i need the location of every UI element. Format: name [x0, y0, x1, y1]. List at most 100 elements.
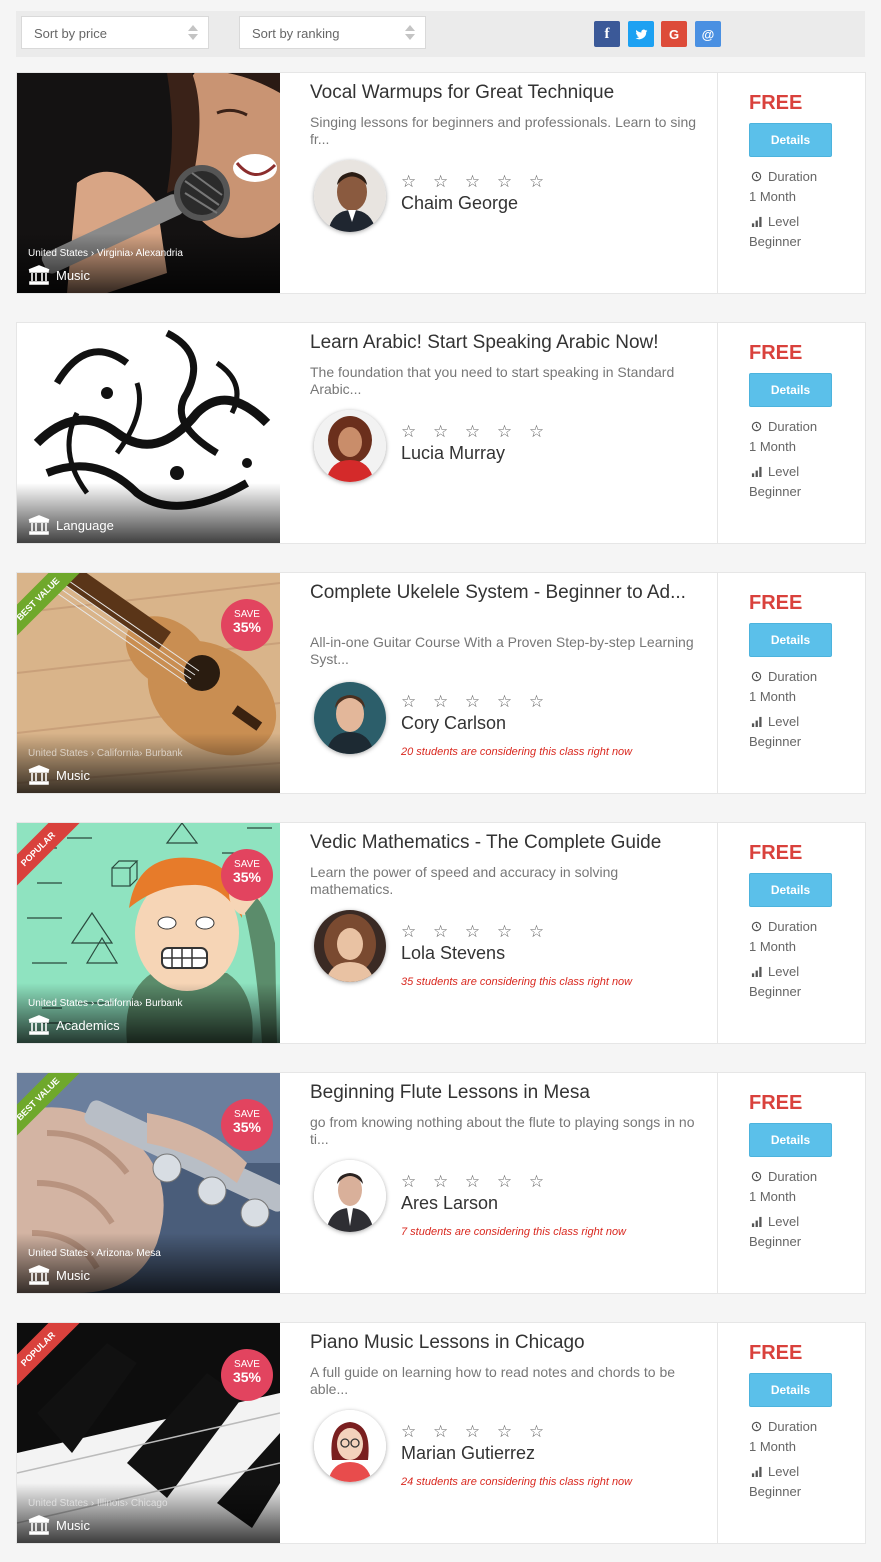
- teacher-name[interactable]: Marian Gutierrez: [401, 1443, 535, 1464]
- course-title[interactable]: Vedic Mathematics - The Complete Guide: [310, 833, 705, 853]
- history-icon: [751, 671, 762, 682]
- history-icon: [751, 1171, 762, 1182]
- teacher-avatar[interactable]: [314, 910, 386, 982]
- details-button[interactable]: Details: [749, 623, 832, 657]
- star-rating[interactable]: ☆ ☆ ☆ ☆ ☆: [401, 692, 550, 712]
- course-title[interactable]: Vocal Warmups for Great Technique: [310, 83, 705, 103]
- duration-text: Duration: [768, 169, 818, 184]
- course-description: Learn the power of speed and accuracy in…: [310, 864, 619, 897]
- course-card: POPULAR SAVE 35% United States › Illinoi…: [16, 1322, 866, 1544]
- level-value: Beginner: [749, 1484, 802, 1499]
- level-text: Level: [768, 1214, 800, 1229]
- course-category[interactable]: Music: [28, 1265, 90, 1285]
- teacher-avatar[interactable]: [314, 160, 386, 232]
- considering-notice: 20 students are considering this class r…: [401, 746, 633, 758]
- teacher-name[interactable]: Ares Larson: [401, 1193, 498, 1214]
- ribbon-label: POPULAR: [17, 1323, 89, 1400]
- course-sidebar: FREE Details Duration 1 Month Level Begi…: [717, 573, 865, 793]
- sort-by-price-label: Sort by price: [34, 26, 107, 41]
- star-rating[interactable]: ☆ ☆ ☆ ☆ ☆: [401, 422, 550, 442]
- course-sidebar: FREE Details Duration 1 Month Level Begi…: [717, 1073, 865, 1293]
- course-title[interactable]: Learn Arabic! Start Speaking Arabic Now!: [310, 333, 705, 353]
- course-category[interactable]: Music: [28, 765, 90, 785]
- google-share-button[interactable]: G: [661, 21, 687, 47]
- select-arrows-icon: [405, 25, 415, 41]
- course-info: Vocal Warmups for Great Technique Singin…: [310, 73, 710, 293]
- course-sidebar: FREE Details Duration 1 Month Level Begi…: [717, 823, 865, 1043]
- course-category-label: Language: [56, 517, 114, 533]
- teacher-name[interactable]: Lola Stevens: [401, 943, 505, 964]
- sort-by-ranking-select[interactable]: Sort by ranking: [239, 16, 426, 49]
- teacher-avatar[interactable]: [314, 682, 386, 754]
- duration-text: Duration: [768, 669, 818, 684]
- course-location: United States › California› Burbank: [28, 998, 183, 1009]
- duration-value: 1 Month: [749, 439, 796, 454]
- course-price: FREE: [749, 592, 803, 614]
- course-info: Vedic Mathematics - The Complete Guide L…: [310, 823, 710, 1043]
- star-rating[interactable]: ☆ ☆ ☆ ☆ ☆: [401, 1422, 550, 1442]
- course-card: BEST VALUE SAVE 35% United States › Ariz…: [16, 1072, 866, 1294]
- teacher-name[interactable]: Cory Carlson: [401, 713, 506, 734]
- ribbon-label: POPULAR: [17, 823, 89, 900]
- teacher-photo: [314, 1160, 386, 1232]
- star-rating[interactable]: ☆ ☆ ☆ ☆ ☆: [401, 1172, 550, 1192]
- teacher-name[interactable]: Chaim George: [401, 193, 518, 214]
- ribbon-label: BEST VALUE: [17, 573, 89, 650]
- duration-text: Duration: [768, 419, 818, 434]
- teacher-avatar[interactable]: [314, 1410, 386, 1482]
- star-rating[interactable]: ☆ ☆ ☆ ☆ ☆: [401, 172, 550, 192]
- level-text: Level: [768, 714, 800, 729]
- level-label: Level: [751, 464, 799, 479]
- course-thumbnail[interactable]: POPULAR SAVE 35% United States › Califor…: [17, 823, 280, 1043]
- level-value: Beginner: [749, 984, 802, 999]
- course-category[interactable]: Academics: [28, 1015, 120, 1035]
- ribbon: BEST VALUE: [17, 1073, 102, 1158]
- course-title[interactable]: Complete Ukelele System - Beginner to Ad…: [310, 583, 705, 603]
- sort-by-ranking-label: Sort by ranking: [252, 26, 340, 41]
- course-thumbnail[interactable]: United States › Virginia› Alexandria Mus…: [17, 73, 280, 293]
- level-label: Level: [751, 714, 799, 729]
- duration-label: Duration: [751, 919, 817, 934]
- email-share-button[interactable]: @: [695, 21, 721, 47]
- course-title[interactable]: Piano Music Lessons in Chicago: [310, 1333, 705, 1353]
- facebook-share-button[interactable]: f: [594, 21, 620, 47]
- history-icon: [751, 921, 762, 932]
- course-category[interactable]: Music: [28, 1515, 90, 1535]
- level-label: Level: [751, 1214, 799, 1229]
- teacher-avatar[interactable]: [314, 410, 386, 482]
- discount-value: 35%: [232, 619, 262, 635]
- course-category-label: Music: [56, 1517, 90, 1533]
- course-price: FREE: [749, 1092, 803, 1114]
- details-button[interactable]: Details: [749, 1123, 832, 1157]
- duration-value: 1 Month: [749, 689, 796, 704]
- course-thumbnail[interactable]: BEST VALUE SAVE 35% United States › Cali…: [17, 573, 280, 793]
- course-location: United States › Virginia› Alexandria: [28, 248, 183, 259]
- details-button[interactable]: Details: [749, 873, 832, 907]
- twitter-share-button[interactable]: [628, 21, 654, 47]
- details-button[interactable]: Details: [749, 373, 832, 407]
- details-button[interactable]: Details: [749, 123, 832, 157]
- facebook-icon: f: [604, 25, 610, 42]
- course-info: Piano Music Lessons in Chicago A full gu…: [310, 1323, 710, 1543]
- filter-bar: Sort by price Sort by ranking f G @: [16, 11, 865, 57]
- course-thumbnail[interactable]: POPULAR SAVE 35% United States › Illinoi…: [17, 1323, 280, 1543]
- select-arrows-icon: [188, 25, 198, 41]
- teacher-photo: [314, 160, 386, 232]
- teacher-name[interactable]: Lucia Murray: [401, 443, 505, 464]
- ribbon: POPULAR: [17, 1323, 102, 1408]
- course-category[interactable]: Language: [28, 515, 114, 535]
- sort-by-price-select[interactable]: Sort by price: [21, 16, 209, 49]
- discount-badge: SAVE 35%: [221, 1099, 273, 1151]
- signal-bars-icon: [751, 1216, 762, 1227]
- course-thumbnail[interactable]: BEST VALUE SAVE 35% United States › Ariz…: [17, 1073, 280, 1293]
- course-title[interactable]: Beginning Flute Lessons in Mesa: [310, 1083, 705, 1103]
- course-description: Singing lessons for beginners and profes…: [310, 114, 697, 147]
- course-category[interactable]: Music: [28, 265, 90, 285]
- star-rating[interactable]: ☆ ☆ ☆ ☆ ☆: [401, 922, 550, 942]
- details-button[interactable]: Details: [749, 1373, 832, 1407]
- level-label: Level: [751, 964, 799, 979]
- course-category-label: Music: [56, 767, 90, 783]
- course-category-label: Music: [56, 267, 90, 283]
- course-thumbnail[interactable]: Language: [17, 323, 280, 543]
- teacher-avatar[interactable]: [314, 1160, 386, 1232]
